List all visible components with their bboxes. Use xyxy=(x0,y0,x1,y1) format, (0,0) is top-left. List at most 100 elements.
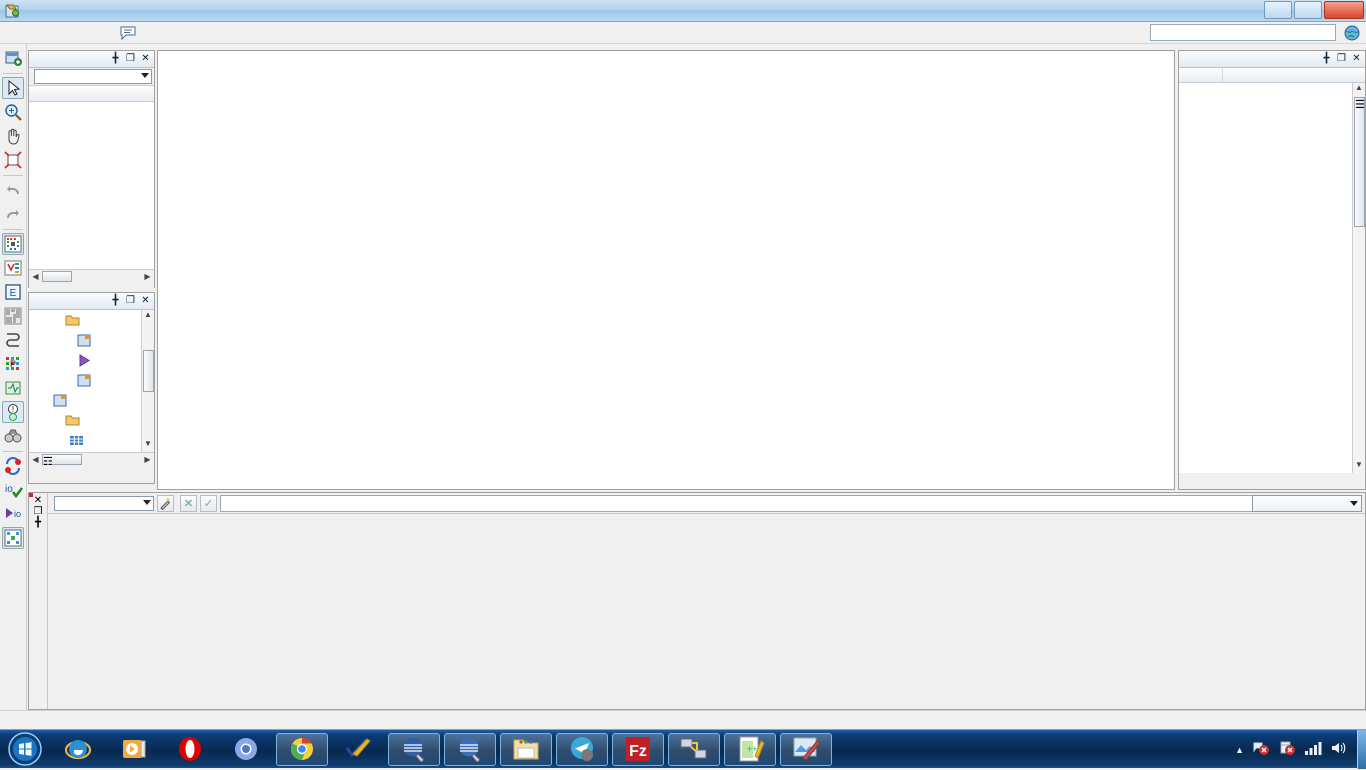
menu-tools[interactable] xyxy=(64,31,80,35)
run-io-assignment-icon[interactable]: io xyxy=(2,503,24,525)
zoom-icon[interactable] xyxy=(2,101,24,123)
comment-icon[interactable] xyxy=(120,26,136,40)
tree-item-pin-finder[interactable] xyxy=(29,390,154,410)
network-error-icon[interactable] xyxy=(1252,740,1270,759)
taskbar-windows-media-player[interactable] xyxy=(108,733,160,766)
package-view-icon[interactable] xyxy=(2,233,24,255)
groups-horizontal-scrollbar[interactable]: ◀ ▶ xyxy=(29,269,154,283)
pin-table-filter[interactable] xyxy=(1249,495,1362,512)
minimize-button[interactable] xyxy=(1264,1,1292,19)
legend-list[interactable]: ▲ ☰ ▼ xyxy=(1179,83,1365,473)
menu-edit[interactable] xyxy=(16,31,32,35)
new-pin-planner-icon[interactable] xyxy=(2,47,24,69)
scroll-right-icon[interactable]: ▶ xyxy=(141,272,154,281)
restore-icon[interactable]: ❐ xyxy=(124,53,137,66)
signal-bars-icon[interactable] xyxy=(1304,741,1322,758)
tree-item-early-pin[interactable] xyxy=(29,310,154,330)
scroll-thumb[interactable]: ☰ xyxy=(1354,97,1365,227)
redo-icon[interactable] xyxy=(2,203,24,225)
scroll-thumb[interactable]: ☶ xyxy=(42,454,82,465)
windows-taskbar[interactable]: Fz ++ ▲ xyxy=(0,729,1366,768)
search-input[interactable] xyxy=(1150,24,1336,41)
info-icon[interactable]: ! xyxy=(2,401,24,423)
taskbar-filezilla[interactable]: Fz xyxy=(612,733,664,766)
chip-package-view[interactable] xyxy=(157,50,1175,490)
restore-icon[interactable]: ❐ xyxy=(124,295,137,308)
pin-icon[interactable]: ╋ xyxy=(109,53,122,66)
restore-icon[interactable]: ❐ xyxy=(29,506,47,517)
edit-input[interactable] xyxy=(220,495,1362,512)
scroll-down-icon[interactable]: ▼ xyxy=(142,439,154,452)
window-title-bar[interactable] xyxy=(0,0,1366,22)
tree-item-highlight[interactable] xyxy=(29,410,154,430)
report-view-icon[interactable]: E xyxy=(2,281,24,303)
close-icon[interactable]: ✕ xyxy=(139,53,152,66)
menu-processing[interactable] xyxy=(48,31,64,35)
close-icon[interactable]: ✕ xyxy=(139,295,152,308)
show-desktop-button[interactable] xyxy=(1357,730,1366,769)
taskbar-notepadpp[interactable]: ++ xyxy=(724,733,776,766)
taskbar-paint[interactable] xyxy=(780,733,832,766)
action-center-error-icon[interactable] xyxy=(1278,740,1296,759)
start-orb-icon[interactable] xyxy=(2,731,48,767)
tree-item-run[interactable] xyxy=(29,350,154,370)
taskbar-opera[interactable] xyxy=(164,733,216,766)
left-vertical-toolbar[interactable]: E P ! io io xyxy=(0,44,27,724)
pin-table-toolbar[interactable]: ✕ ✓ xyxy=(48,493,1365,514)
undo-icon[interactable] xyxy=(2,179,24,201)
taskbar-network-link[interactable] xyxy=(668,733,720,766)
pin-table-named-combo[interactable] xyxy=(54,496,154,511)
globe-help-icon[interactable] xyxy=(1344,25,1360,41)
taskbar-checkmark-pencil[interactable] xyxy=(332,733,384,766)
io-assignment-warnings-icon[interactable] xyxy=(2,455,24,477)
groups-named-combo[interactable] xyxy=(34,69,152,84)
taskbar-quartus-ii-window[interactable] xyxy=(444,733,496,766)
io-check-icon[interactable]: io xyxy=(2,479,24,501)
select-arrow-icon[interactable] xyxy=(2,77,24,99)
legend-vertical-scrollbar[interactable]: ▲ ☰ ▼ xyxy=(1352,83,1365,473)
list-item[interactable] xyxy=(29,102,154,117)
system-tray[interactable]: ▲ xyxy=(1227,730,1366,769)
groups-list[interactable] xyxy=(29,102,154,269)
scroll-up-icon[interactable]: ▲ xyxy=(1353,83,1365,96)
close-button[interactable] xyxy=(1324,1,1364,19)
find-icon[interactable] xyxy=(2,425,24,447)
menu-bar[interactable] xyxy=(0,22,1366,44)
scroll-up-icon[interactable]: ▲ xyxy=(142,310,154,323)
tree-item-export[interactable] xyxy=(29,370,154,390)
tasks-horizontal-scrollbar[interactable]: ◀ ☶ ▶ xyxy=(29,452,154,466)
menu-view[interactable] xyxy=(32,31,48,35)
pin-icon[interactable]: ╋ xyxy=(109,295,122,308)
device-floorplan-icon[interactable] xyxy=(2,305,24,327)
filter-combo[interactable] xyxy=(1252,495,1362,512)
pin-icon[interactable]: ╋ xyxy=(1320,53,1333,66)
restore-icon[interactable]: ❐ xyxy=(1335,53,1348,66)
bottom-view-icon[interactable] xyxy=(2,527,24,549)
highlight-wand-icon[interactable] xyxy=(157,495,174,512)
scroll-right-icon[interactable]: ▶ xyxy=(141,455,154,464)
cancel-edit-button[interactable]: ✕ xyxy=(180,495,197,512)
close-icon[interactable]: ✕ xyxy=(29,493,47,506)
menu-window[interactable] xyxy=(80,31,96,35)
tasks-tree[interactable]: ▲ ▼ xyxy=(29,310,154,452)
volume-icon[interactable] xyxy=(1330,741,1348,758)
scroll-thumb[interactable] xyxy=(143,350,154,392)
taskbar-chromium[interactable] xyxy=(220,733,272,766)
tree-item-io-banks[interactable] xyxy=(29,430,154,450)
taskbar-internet-explorer[interactable] xyxy=(52,733,104,766)
window-controls[interactable] xyxy=(1264,1,1364,19)
tree-item-vref-groups[interactable] xyxy=(29,450,154,452)
pin-icon[interactable]: ╋ xyxy=(29,517,47,528)
tree-item-early-pin-planning[interactable] xyxy=(29,330,154,350)
pad-view-icon[interactable] xyxy=(2,257,24,279)
taskbar-telegram[interactable] xyxy=(556,733,608,766)
taskbar-file-explorer[interactable] xyxy=(500,733,552,766)
dsp-icon[interactable] xyxy=(2,377,24,399)
scroll-thumb[interactable] xyxy=(42,271,72,282)
show-hidden-icon[interactable]: ▲ xyxy=(1235,745,1244,755)
chip-diagram[interactable] xyxy=(158,51,1174,489)
taskbar-quartus-ii[interactable] xyxy=(388,733,440,766)
scroll-left-icon[interactable]: ◀ xyxy=(29,455,42,464)
pin-migration-icon[interactable]: P xyxy=(2,353,24,375)
route-icon[interactable] xyxy=(2,329,24,351)
